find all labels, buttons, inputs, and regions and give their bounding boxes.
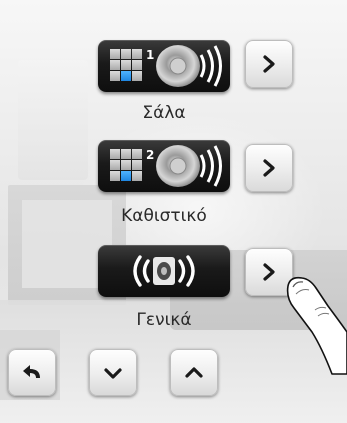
scroll-down-button[interactable] bbox=[89, 349, 137, 396]
zone-label: Σάλα bbox=[142, 103, 186, 123]
zone-label: Γενικά bbox=[136, 310, 192, 330]
chevron-right-icon bbox=[263, 159, 275, 177]
chevron-right-icon bbox=[263, 263, 275, 281]
speaker-icon bbox=[156, 45, 222, 87]
grid-icon bbox=[110, 49, 142, 81]
zone-label: Καθιστικό bbox=[121, 206, 207, 226]
back-arrow-icon bbox=[23, 365, 40, 378]
zone-button-2[interactable]: 2 bbox=[98, 140, 230, 192]
back-button[interactable] bbox=[8, 349, 56, 396]
zone-1-open-button[interactable] bbox=[245, 40, 293, 88]
zone-button-1[interactable]: 1 bbox=[98, 40, 230, 92]
chevron-down-icon bbox=[104, 368, 122, 379]
all-zones-speaker-icon bbox=[133, 255, 195, 287]
zone-2-open-button[interactable] bbox=[245, 144, 293, 192]
chevron-right-icon bbox=[263, 55, 275, 73]
speaker-icon bbox=[156, 145, 222, 187]
zone-general-open-button[interactable] bbox=[245, 248, 293, 296]
chevron-up-icon bbox=[185, 367, 203, 378]
scroll-up-button[interactable] bbox=[170, 349, 218, 396]
grid-icon bbox=[110, 149, 142, 181]
zone-button-general[interactable] bbox=[98, 245, 230, 297]
